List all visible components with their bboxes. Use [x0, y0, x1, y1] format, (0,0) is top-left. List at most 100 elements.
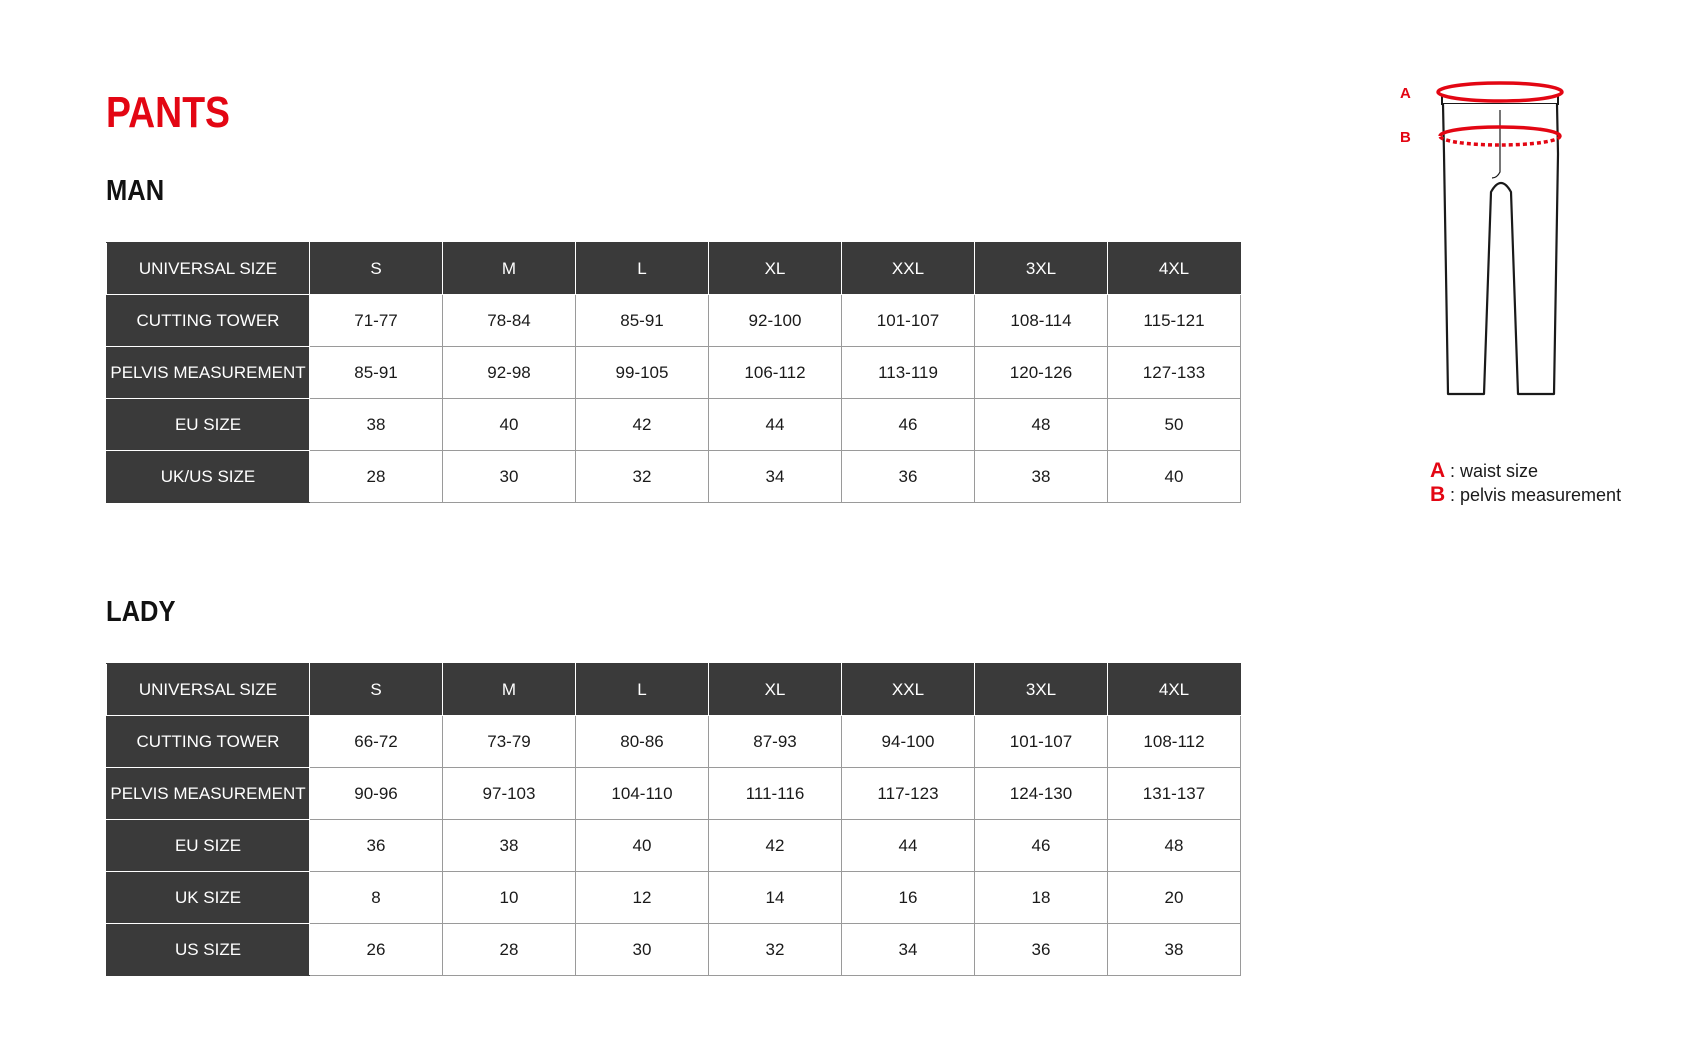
row-label-cell: CUTTING TOWER [106, 294, 310, 347]
row-label-cell: UK/US SIZE [106, 450, 310, 503]
value-cell: 26 [309, 923, 443, 976]
row-label-cell: CUTTING TOWER [106, 715, 310, 768]
value-cell: 108-114 [974, 294, 1108, 347]
size-header-cell: S [309, 663, 443, 716]
table-row: US SIZE 26 28 30 32 34 36 38 [106, 923, 1241, 976]
table-row: UK/US SIZE 28 30 32 34 36 38 40 [106, 450, 1241, 503]
lady-size-table: UNIVERSAL SIZE S M L XL XXL 3XL 4XL CUTTING TOW… [106, 663, 1241, 976]
value-cell: 8 [309, 871, 443, 924]
value-cell: 85-91 [309, 346, 443, 399]
size-header-cell: M [442, 242, 576, 295]
row-label-cell: UK SIZE [106, 871, 310, 924]
size-header-cell: M [442, 663, 576, 716]
value-cell: 44 [708, 398, 842, 451]
table-header-row: UNIVERSAL SIZE S M L XL XXL 3XL 4XL [106, 242, 1241, 295]
row-label-cell: EU SIZE [106, 398, 310, 451]
legend-item-waist: A: waist size [1430, 459, 1621, 483]
value-cell: 38 [1107, 923, 1241, 976]
value-cell: 28 [309, 450, 443, 503]
size-header-cell: XL [708, 242, 842, 295]
page-title: PANTS [106, 88, 230, 137]
value-cell: 36 [309, 819, 443, 872]
value-cell: 92-100 [708, 294, 842, 347]
size-header-cell: 4XL [1107, 242, 1241, 295]
value-cell: 73-79 [442, 715, 576, 768]
value-cell: 32 [708, 923, 842, 976]
value-cell: 127-133 [1107, 346, 1241, 399]
value-cell: 42 [575, 398, 709, 451]
legend-letter: B [1430, 483, 1446, 506]
value-cell: 115-121 [1107, 294, 1241, 347]
size-header-cell: 3XL [974, 242, 1108, 295]
value-cell: 131-137 [1107, 767, 1241, 820]
value-cell: 78-84 [442, 294, 576, 347]
man-section-title: MAN [106, 175, 165, 207]
table-row: PELVIS MEASUREMENT 90-96 97-103 104-110 111-… [106, 767, 1241, 820]
value-cell: 48 [974, 398, 1108, 451]
value-cell: 38 [309, 398, 443, 451]
value-cell: 36 [841, 450, 975, 503]
size-header-cell: L [575, 242, 709, 295]
value-cell: 14 [708, 871, 842, 924]
size-header-cell: S [309, 242, 443, 295]
header-label-cell: UNIVERSAL SIZE [106, 663, 310, 716]
value-cell: 40 [575, 819, 709, 872]
value-cell: 124-130 [974, 767, 1108, 820]
value-cell: 71-77 [309, 294, 443, 347]
value-cell: 46 [841, 398, 975, 451]
value-cell: 34 [841, 923, 975, 976]
value-cell: 90-96 [309, 767, 443, 820]
table-row: CUTTING TOWER 71-77 78-84 85-91 92-100 101-10… [106, 294, 1241, 347]
size-header-cell: L [575, 663, 709, 716]
value-cell: 85-91 [575, 294, 709, 347]
value-cell: 106-112 [708, 346, 842, 399]
table-row: UK SIZE 8 10 12 14 16 18 20 [106, 871, 1241, 924]
row-label-cell: PELVIS MEASUREMENT [106, 767, 310, 820]
row-label-cell: PELVIS MEASUREMENT [106, 346, 310, 399]
value-cell: 117-123 [841, 767, 975, 820]
value-cell: 111-116 [708, 767, 842, 820]
size-header-cell: 4XL [1107, 663, 1241, 716]
value-cell: 30 [575, 923, 709, 976]
value-cell: 87-93 [708, 715, 842, 768]
size-header-cell: XXL [841, 242, 975, 295]
value-cell: 120-126 [974, 346, 1108, 399]
man-size-table: UNIVERSAL SIZE S M L XL XXL 3XL 4XL CUTTING TOW… [106, 242, 1241, 503]
marker-b-label: B [1400, 129, 1411, 146]
table-header-row: UNIVERSAL SIZE S M L XL XXL 3XL 4XL [106, 663, 1241, 716]
size-header-cell: 3XL [974, 663, 1108, 716]
table-row: EU SIZE 36 38 40 42 44 46 48 [106, 819, 1241, 872]
value-cell: 28 [442, 923, 576, 976]
table-row: EU SIZE 38 40 42 44 46 48 50 [106, 398, 1241, 451]
table-row: PELVIS MEASUREMENT 85-91 92-98 99-105 106-11… [106, 346, 1241, 399]
legend-text: : waist size [1450, 461, 1539, 481]
legend-letter: A [1430, 459, 1446, 482]
value-cell: 97-103 [442, 767, 576, 820]
value-cell: 113-119 [841, 346, 975, 399]
value-cell: 42 [708, 819, 842, 872]
value-cell: 38 [974, 450, 1108, 503]
value-cell: 99-105 [575, 346, 709, 399]
value-cell: 92-98 [442, 346, 576, 399]
lady-section-title: LADY [106, 596, 176, 628]
value-cell: 16 [841, 871, 975, 924]
value-cell: 32 [575, 450, 709, 503]
value-cell: 44 [841, 819, 975, 872]
row-label-cell: US SIZE [106, 923, 310, 976]
size-header-cell: XL [708, 663, 842, 716]
value-cell: 30 [442, 450, 576, 503]
value-cell: 66-72 [309, 715, 443, 768]
value-cell: 46 [974, 819, 1108, 872]
value-cell: 94-100 [841, 715, 975, 768]
value-cell: 18 [974, 871, 1108, 924]
legend-text: : pelvis measurement [1450, 485, 1622, 505]
value-cell: 80-86 [575, 715, 709, 768]
value-cell: 108-112 [1107, 715, 1241, 768]
legend-item-pelvis: B: pelvis measurement [1430, 483, 1621, 507]
marker-a-label: A [1400, 85, 1411, 102]
value-cell: 36 [974, 923, 1108, 976]
row-label-cell: EU SIZE [106, 819, 310, 872]
value-cell: 40 [442, 398, 576, 451]
value-cell: 10 [442, 871, 576, 924]
value-cell: 40 [1107, 450, 1241, 503]
